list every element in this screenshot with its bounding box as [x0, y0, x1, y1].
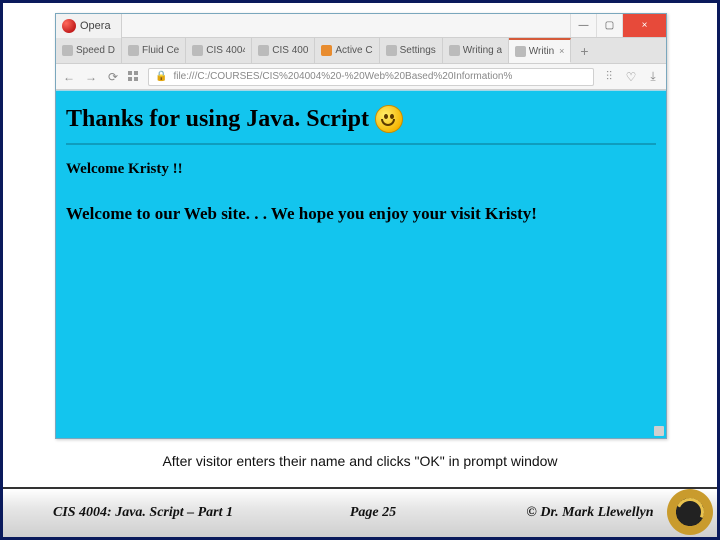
tab-cis4004-2[interactable]: CIS 400: [252, 38, 315, 63]
bookmark-icon[interactable]: ⫶⫶: [602, 70, 616, 84]
tab-writing-2[interactable]: Writin×: [509, 38, 572, 63]
caption-text: After visitor enters their name and clic…: [3, 453, 717, 469]
page-icon: [258, 45, 269, 56]
browser-window: Opera — ▢ × Speed Di Fluid Ce CIS 4004 C…: [55, 13, 667, 439]
tab-bar: Speed Di Fluid Ce CIS 4004 CIS 400 Activ…: [56, 38, 666, 64]
tab-active[interactable]: Active C: [315, 38, 379, 63]
smiley-icon: [375, 105, 403, 133]
tab-settings[interactable]: Settings: [380, 38, 443, 63]
heart-icon[interactable]: ♡: [624, 70, 638, 84]
reload-button[interactable]: ⟳: [106, 70, 120, 84]
address-right-icons: ⫶⫶ ♡ ⤓: [602, 70, 660, 84]
url-input[interactable]: 🔒 file:///C:/COURSES/CIS%204004%20-%20We…: [148, 68, 594, 86]
page-icon: [192, 45, 203, 56]
page-icon: [449, 45, 460, 56]
lock-icon: 🔒: [155, 71, 167, 82]
footer-left: CIS 4004: Java. Script – Part 1: [3, 489, 283, 537]
tab-writing-1[interactable]: Writing a: [443, 38, 509, 63]
opera-menu[interactable]: Opera: [56, 14, 122, 38]
page-icon: [321, 45, 332, 56]
forward-button[interactable]: →: [84, 70, 98, 84]
heading-text: Thanks for using Java. Script: [66, 107, 369, 131]
page-heading: Thanks for using Java. Script: [66, 105, 656, 131]
visit-line: Welcome to our Web site. . . We hope you…: [66, 204, 656, 224]
opera-icon: [62, 19, 76, 33]
opera-label: Opera: [80, 20, 111, 32]
footer-center: Page 25: [283, 489, 463, 537]
page-icon: [128, 45, 139, 56]
minimize-button[interactable]: —: [570, 14, 596, 37]
gear-icon: [386, 45, 397, 56]
new-tab-button[interactable]: +: [571, 38, 597, 63]
speed-dial-icon[interactable]: [128, 71, 140, 83]
window-buttons: — ▢ ×: [570, 14, 666, 37]
slide-footer: CIS 4004: Java. Script – Part 1 Page 25 …: [3, 487, 717, 537]
page-viewport: Thanks for using Java. Script Welcome Kr…: [56, 90, 666, 438]
tab-close-icon[interactable]: ×: [559, 46, 564, 56]
download-icon[interactable]: ⤓: [646, 70, 660, 84]
tab-cis4004-1[interactable]: CIS 4004: [186, 38, 252, 63]
tab-fluid[interactable]: Fluid Ce: [122, 38, 186, 63]
slide: Opera — ▢ × Speed Di Fluid Ce CIS 4004 C…: [0, 0, 720, 540]
maximize-button[interactable]: ▢: [596, 14, 622, 37]
grid-icon: [62, 45, 73, 56]
horizontal-rule: [66, 143, 656, 145]
welcome-line: Welcome Kristy !!: [66, 161, 656, 178]
url-text: file:///C:/COURSES/CIS%204004%20-%20Web%…: [173, 71, 512, 82]
ucf-logo: [667, 489, 713, 535]
close-button[interactable]: ×: [622, 14, 666, 37]
back-button[interactable]: ←: [62, 70, 76, 84]
titlebar: Opera — ▢ ×: [56, 14, 666, 38]
page-icon: [515, 46, 526, 57]
address-bar: ← → ⟳ 🔒 file:///C:/COURSES/CIS%204004%20…: [56, 64, 666, 90]
resize-handle[interactable]: [654, 426, 664, 436]
tab-speed-dial[interactable]: Speed Di: [56, 38, 122, 63]
